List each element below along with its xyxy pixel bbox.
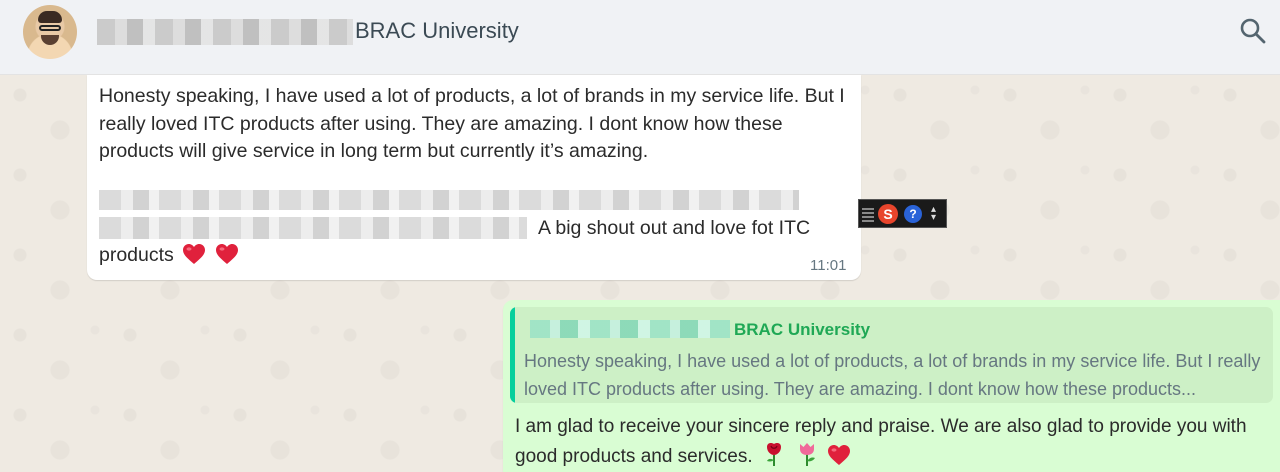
incoming-message[interactable]: Honesty speaking, I have used a lot of p… — [87, 75, 861, 280]
message-time: 11:01 — [810, 257, 847, 274]
redacted-line-2 — [99, 217, 527, 239]
incoming-paragraph: Honesty speaking, I have used a lot of p… — [99, 85, 845, 162]
rose-emoji-icon — [766, 443, 781, 466]
quoted-author: BRAC University — [734, 320, 871, 339]
outgoing-message[interactable]: BRAC University Honesty speaking, I have… — [503, 300, 1280, 472]
ime-toolbar[interactable]: S ? ▴ ▾ — [858, 199, 947, 228]
quote-accent-bar — [510, 307, 515, 403]
heart-emoji-icon — [215, 244, 238, 264]
quoted-text: Honesty speaking, I have used a lot of p… — [524, 351, 1261, 399]
outgoing-text: I am glad to receive your sincere reply … — [515, 416, 1247, 467]
redacted-name — [97, 19, 353, 45]
incoming-last-line: products — [99, 242, 239, 270]
chat-header: BRAC University — [0, 0, 1280, 75]
redacted-quoted-name — [530, 320, 730, 338]
outgoing-text-block: I am glad to receive your sincere reply … — [515, 413, 1255, 471]
dropdown-icon[interactable]: ▴ ▾ — [931, 205, 936, 223]
tulip-emoji-icon — [800, 443, 816, 466]
search-icon — [1240, 18, 1266, 44]
heart-emoji-icon — [828, 445, 851, 465]
heart-emoji-icon — [183, 244, 206, 264]
redacted-line-1 — [99, 190, 799, 210]
quoted-message[interactable]: BRAC University Honesty speaking, I have… — [510, 307, 1273, 403]
avatar-beard — [41, 35, 59, 45]
incoming-last-word: products — [99, 244, 174, 266]
avatar-hair — [38, 11, 62, 23]
contact-name[interactable]: BRAC University — [355, 18, 519, 44]
sogou-s-icon[interactable]: S — [878, 204, 898, 224]
help-icon[interactable]: ? — [904, 205, 922, 223]
avatar[interactable] — [23, 5, 77, 59]
search-button[interactable] — [1236, 14, 1270, 48]
drag-handle-icon[interactable] — [862, 206, 874, 222]
avatar-glasses — [39, 25, 61, 31]
incoming-line-tail: A big shout out and love fot ITC — [538, 217, 811, 239]
